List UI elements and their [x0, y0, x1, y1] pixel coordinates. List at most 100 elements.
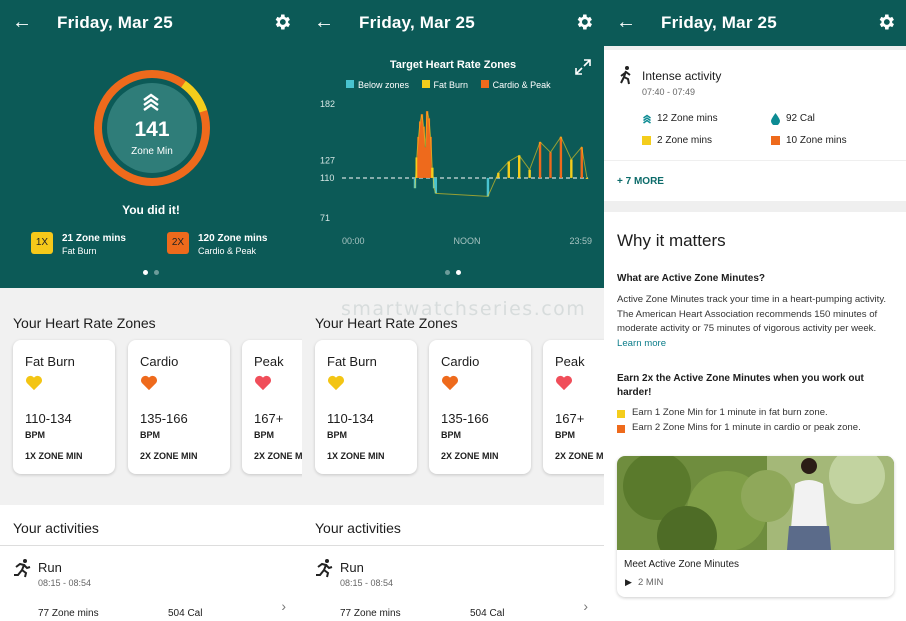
activity-zone-mins: 77 Zone mins	[38, 608, 99, 619]
chevron-right-icon[interactable]: ›	[281, 598, 286, 614]
hr-bar	[585, 177, 589, 179]
activity-calories: 504 Cal	[470, 608, 505, 619]
chart-area: Target Heart Rate Zones Below zones Fat …	[302, 46, 604, 288]
orange-square-icon	[617, 425, 625, 433]
heart-icon	[442, 375, 458, 391]
bpm-unit: BPM	[555, 430, 575, 440]
legend-below-zones: Below zones	[358, 80, 410, 90]
bpm-range: 110-134	[327, 411, 374, 426]
calories-stat: 92 Cal	[786, 113, 815, 124]
orange-square-icon	[771, 136, 780, 145]
stat-value: 120 Zone mins	[198, 233, 268, 244]
video-card[interactable]: Meet Active Zone Minutes ▶ 2 MIN	[617, 456, 894, 597]
heart-icon	[26, 375, 42, 391]
description-body: Active Zone Minutes track your time in a…	[617, 294, 887, 334]
zone-minutes-icon	[143, 93, 159, 111]
run-icon	[14, 559, 31, 578]
zones-title: Your Heart Rate Zones	[13, 315, 156, 331]
heart-rate-chart: 182 127 110 71 00:00 NOON 23:59	[320, 99, 592, 246]
zone-multiplier: 1X ZONE MIN	[25, 451, 83, 461]
why-title: Why it matters	[617, 231, 726, 250]
activity-row-run[interactable]: Run 08:15 - 08:54 77 Zone mins 504 Cal ›	[302, 545, 604, 621]
heart-icon	[255, 375, 271, 391]
yellow-square-icon	[642, 136, 651, 145]
bpm-unit: BPM	[441, 430, 461, 440]
bullet-cardio-peak: Earn 2 Zone Mins for 1 minute in cardio …	[632, 422, 861, 433]
description-text: Active Zone Minutes track your time in a…	[617, 293, 897, 351]
bpm-range: 167+	[555, 411, 585, 426]
app-header: ← Friday, Mar 25	[302, 0, 604, 46]
bpm-range: 135-166	[140, 411, 188, 426]
zone-summary-area: 141 Zone Min You did it! 1X 21 Zone mins…	[0, 46, 302, 288]
expand-icon[interactable]	[574, 58, 592, 76]
zone-multiplier: 2X ZONE MIN	[140, 451, 198, 461]
hr-bar	[538, 142, 542, 178]
play-icon[interactable]: ▶	[625, 577, 632, 588]
app-header: ← Friday, Mar 25	[604, 0, 906, 46]
activity-name: Run	[340, 560, 364, 575]
zone-card-cardio[interactable]: Cardio 135-166 BPM 2X ZONE MIN	[429, 340, 531, 474]
activities-header: Your activities	[0, 505, 302, 545]
legend-swatch	[421, 80, 430, 88]
hr-bar	[549, 152, 552, 178]
stat-label: Cardio & Peak	[198, 246, 257, 256]
back-arrow-icon[interactable]: ←	[12, 11, 32, 33]
question-heading: What are Active Zone Minutes?	[617, 273, 765, 284]
page-indicator[interactable]	[0, 270, 302, 275]
more-row[interactable]: + 7 MORE	[604, 161, 906, 201]
multiplier-badge: 1X	[31, 232, 53, 254]
gear-icon[interactable]	[876, 12, 896, 32]
hr-bar	[507, 161, 510, 178]
heart-icon	[328, 375, 344, 391]
learn-more-link[interactable]: Learn more	[617, 338, 666, 349]
watermark: smartwatchseries.com	[341, 298, 587, 320]
intense-activity-row[interactable]: Intense activity 07:40 - 07:49 12 Zone m…	[604, 50, 906, 160]
y-tick-label: 110	[320, 173, 334, 183]
back-arrow-icon[interactable]: ←	[314, 11, 334, 33]
video-duration: 2 MIN	[638, 577, 664, 588]
zone-icon	[643, 114, 651, 124]
activities-header: Your activities	[302, 505, 604, 545]
page-indicator[interactable]	[302, 270, 604, 275]
activity-name: Run	[38, 560, 62, 575]
chart-legend: Below zones Fat Burn Cardio & Peak	[346, 80, 551, 90]
gear-icon[interactable]	[272, 12, 292, 32]
activity-row-run[interactable]: Run 08:15 - 08:54 77 Zone mins 504 Cal ›	[0, 545, 302, 621]
zone-card-fat-burn[interactable]: Fat Burn 110-134 BPM 1X ZONE MIN	[13, 340, 115, 474]
cardio-mins-stat: 10 Zone mins	[786, 135, 847, 146]
zone-multiplier: 1X ZONE MIN	[327, 451, 385, 461]
back-arrow-icon[interactable]: ←	[616, 11, 636, 33]
chevron-right-icon[interactable]: ›	[583, 598, 588, 614]
gear-icon[interactable]	[574, 12, 594, 32]
stat-label: Fat Burn	[62, 246, 97, 256]
why-it-matters-card: Why it matters What are Active Zone Minu…	[604, 212, 906, 621]
bpm-range: 135-166	[441, 411, 489, 426]
activity-zone-mins: 77 Zone mins	[340, 608, 401, 619]
multiplier-badge: 2X	[167, 232, 189, 254]
video-title: Meet Active Zone Minutes	[624, 559, 740, 570]
y-tick-label: 71	[320, 213, 330, 223]
bpm-range: 110-134	[25, 411, 72, 426]
date-title: Friday, Mar 25	[359, 13, 475, 32]
zone-card-peak[interactable]: Peak 167+ BPM 2X ZONE MIN	[242, 340, 302, 474]
activity-calories: 504 Cal	[168, 608, 203, 619]
zone-name: Fat Burn	[327, 354, 377, 369]
zone-card-peak[interactable]: Peak 167+ BPM 2X ZONE MIN	[543, 340, 604, 474]
zone-name: Cardio	[140, 354, 179, 369]
zone-card-fat-burn[interactable]: Fat Burn 110-134 BPM 1X ZONE MIN	[315, 340, 417, 474]
x-tick-label: 23:59	[569, 236, 592, 246]
y-tick-label: 127	[320, 155, 335, 165]
zone-card-cardio[interactable]: Cardio 135-166 BPM 2X ZONE MIN	[128, 340, 230, 474]
zone-name: Cardio	[441, 354, 480, 369]
bpm-unit: BPM	[254, 430, 274, 440]
hr-bar	[570, 159, 573, 178]
hr-bar	[559, 136, 563, 178]
panel-why-it-matters: ← Friday, Mar 25 Intense activity 07:40 …	[604, 0, 906, 621]
zone-minutes-label: Zone Min	[131, 146, 173, 157]
hr-bar	[518, 155, 521, 178]
x-tick-label: 00:00	[342, 236, 365, 246]
yellow-square-icon	[617, 410, 625, 418]
heart-icon	[141, 375, 157, 391]
more-link[interactable]: + 7 MORE	[617, 176, 664, 187]
zone-name: Fat Burn	[25, 354, 75, 369]
